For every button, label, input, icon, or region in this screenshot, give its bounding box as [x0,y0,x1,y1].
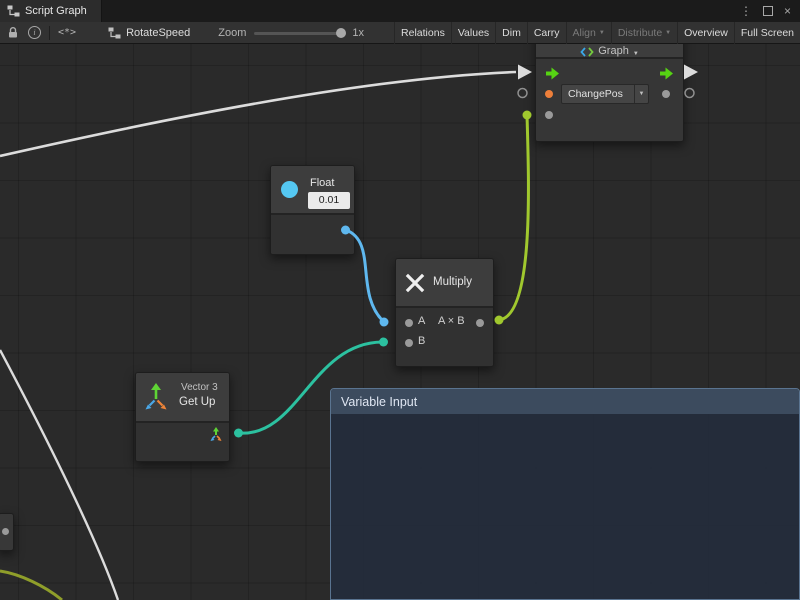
code-preview-toggle-icon[interactable]: <*> [58,27,76,38]
graph-selector-dropdown[interactable]: Graph ▼ [536,44,683,60]
graph-asset-icon [108,27,121,39]
graph-breadcrumb[interactable]: RotateSpeed [108,27,190,39]
carry-button[interactable]: Carry [527,22,566,44]
event-node[interactable]: Graph ▼ ChangePos ▼ [535,44,684,142]
info-icon[interactable]: i [28,26,41,39]
vector3-mini-icon [209,426,223,442]
multiply-b-connection[interactable] [379,338,388,347]
zoom-slider-knob[interactable] [336,28,346,38]
group-header[interactable]: Variable Input [331,389,799,414]
value-out-port[interactable] [662,90,670,98]
value-port[interactable] [2,528,9,535]
graph-canvas[interactable]: Variable Input Graph ▼ [0,44,800,600]
changepos-dropdown-value: ChangePos [562,85,634,103]
visual-scripting-icon [580,47,594,57]
button-label: Relations [401,27,445,39]
value-in-port[interactable] [545,111,553,119]
maximize-icon[interactable] [763,6,773,16]
script-graph-icon [7,5,20,17]
values-button[interactable]: Values [451,22,495,44]
toolbar-buttons: Relations Values Dim Carry Align ▼ Distr… [394,22,800,44]
variable-input-group[interactable]: Variable Input [330,388,800,600]
zoom-label: Zoom [218,27,246,39]
multiply-node[interactable]: Multiply A A × B B [395,258,494,367]
float-value-field[interactable]: 0.01 [308,192,350,209]
changepos-dropdown[interactable]: ChangePos ▼ [561,84,649,104]
float-type-icon [281,181,298,198]
zoom-slider-track[interactable] [254,32,346,35]
group-title: Variable Input [341,395,417,409]
get-up-node-title: Get Up [179,396,215,408]
title-bar: Script Graph ⋮ × [0,0,800,22]
overview-button[interactable]: Overview [677,22,734,44]
partial-node[interactable] [0,513,14,551]
button-label: Dim [502,27,521,39]
flow-out-arrow-icon[interactable] [659,67,674,80]
get-up-type-label: Vector 3 [181,382,218,393]
full-screen-button[interactable]: Full Screen [734,22,800,44]
lock-icon[interactable] [7,26,19,39]
input-a-label: A [418,315,425,327]
button-label: Distribute [618,27,662,39]
chevron-down-icon: ▼ [633,51,639,57]
vector3-icon [143,381,169,413]
chevron-down-icon: ▼ [599,30,605,36]
zoom-slider[interactable] [254,28,346,38]
button-label: Full Screen [741,27,794,39]
multiply-icon [405,273,425,293]
flow-wire-arrowhead-out [684,65,698,80]
flow-wire-arrowhead-in [518,65,532,80]
multiply-output-port[interactable] [495,316,504,325]
float-node[interactable]: Float 0.01 [270,165,355,255]
graph-name-label: RotateSpeed [126,27,190,39]
flow-wire-diagonal [0,350,118,600]
event-unconnected-out-port[interactable] [685,89,694,98]
button-label: Values [458,27,489,39]
getup-output-port[interactable] [234,429,243,438]
get-up-node[interactable]: Vector 3 Get Up [135,372,230,462]
multiply-a-connection[interactable] [380,318,389,327]
multiply-node-title: Multiply [433,276,472,288]
wire-multiply-to-event [499,115,528,320]
zoom-value: 1x [352,27,364,39]
olive-wire [0,571,62,600]
dim-button[interactable]: Dim [495,22,527,44]
button-label: Carry [534,27,560,39]
graph-toolbar: i <*> RotateSpeed Zoom 1x Relations Valu… [0,22,800,44]
variable-port[interactable] [545,90,553,98]
get-up-node-header: Vector 3 Get Up [136,373,229,421]
unity-visual-scripting-window: Script Graph ⋮ × i <*> RotateSpeed [0,0,800,600]
input-a-port[interactable] [405,319,413,327]
menu-icon[interactable]: ⋮ [740,0,752,22]
tab-title: Script Graph [25,5,87,17]
button-label: Align [573,27,596,39]
flow-in-arrow-icon[interactable] [545,67,560,80]
input-b-label: B [418,335,425,347]
chevron-down-icon: ▼ [665,30,671,36]
event-unconnected-in-port[interactable] [518,89,527,98]
window-controls: ⋮ × [740,0,800,22]
multiply-node-header: Multiply [396,259,493,306]
float-node-title: Float [310,177,334,189]
chevron-down-icon: ▼ [634,85,648,103]
distribute-button[interactable]: Distribute ▼ [611,22,677,44]
toolbar-separator [49,26,50,40]
align-button[interactable]: Align ▼ [566,22,611,44]
output-label: A × B [438,315,465,327]
input-b-port[interactable] [405,339,413,347]
button-label: Overview [684,27,728,39]
relations-button[interactable]: Relations [394,22,451,44]
close-icon[interactable]: × [784,0,791,22]
float-node-header: Float 0.01 [271,166,354,213]
output-port[interactable] [476,319,484,327]
graph-selector-label: Graph [598,45,629,57]
float-node-ports [271,213,354,254]
event-node-header: Graph ▼ [536,44,683,59]
event-value-connection[interactable] [523,111,532,120]
group-body [331,414,799,599]
tab-script-graph[interactable]: Script Graph [0,0,102,22]
flow-wire-left [0,72,516,156]
